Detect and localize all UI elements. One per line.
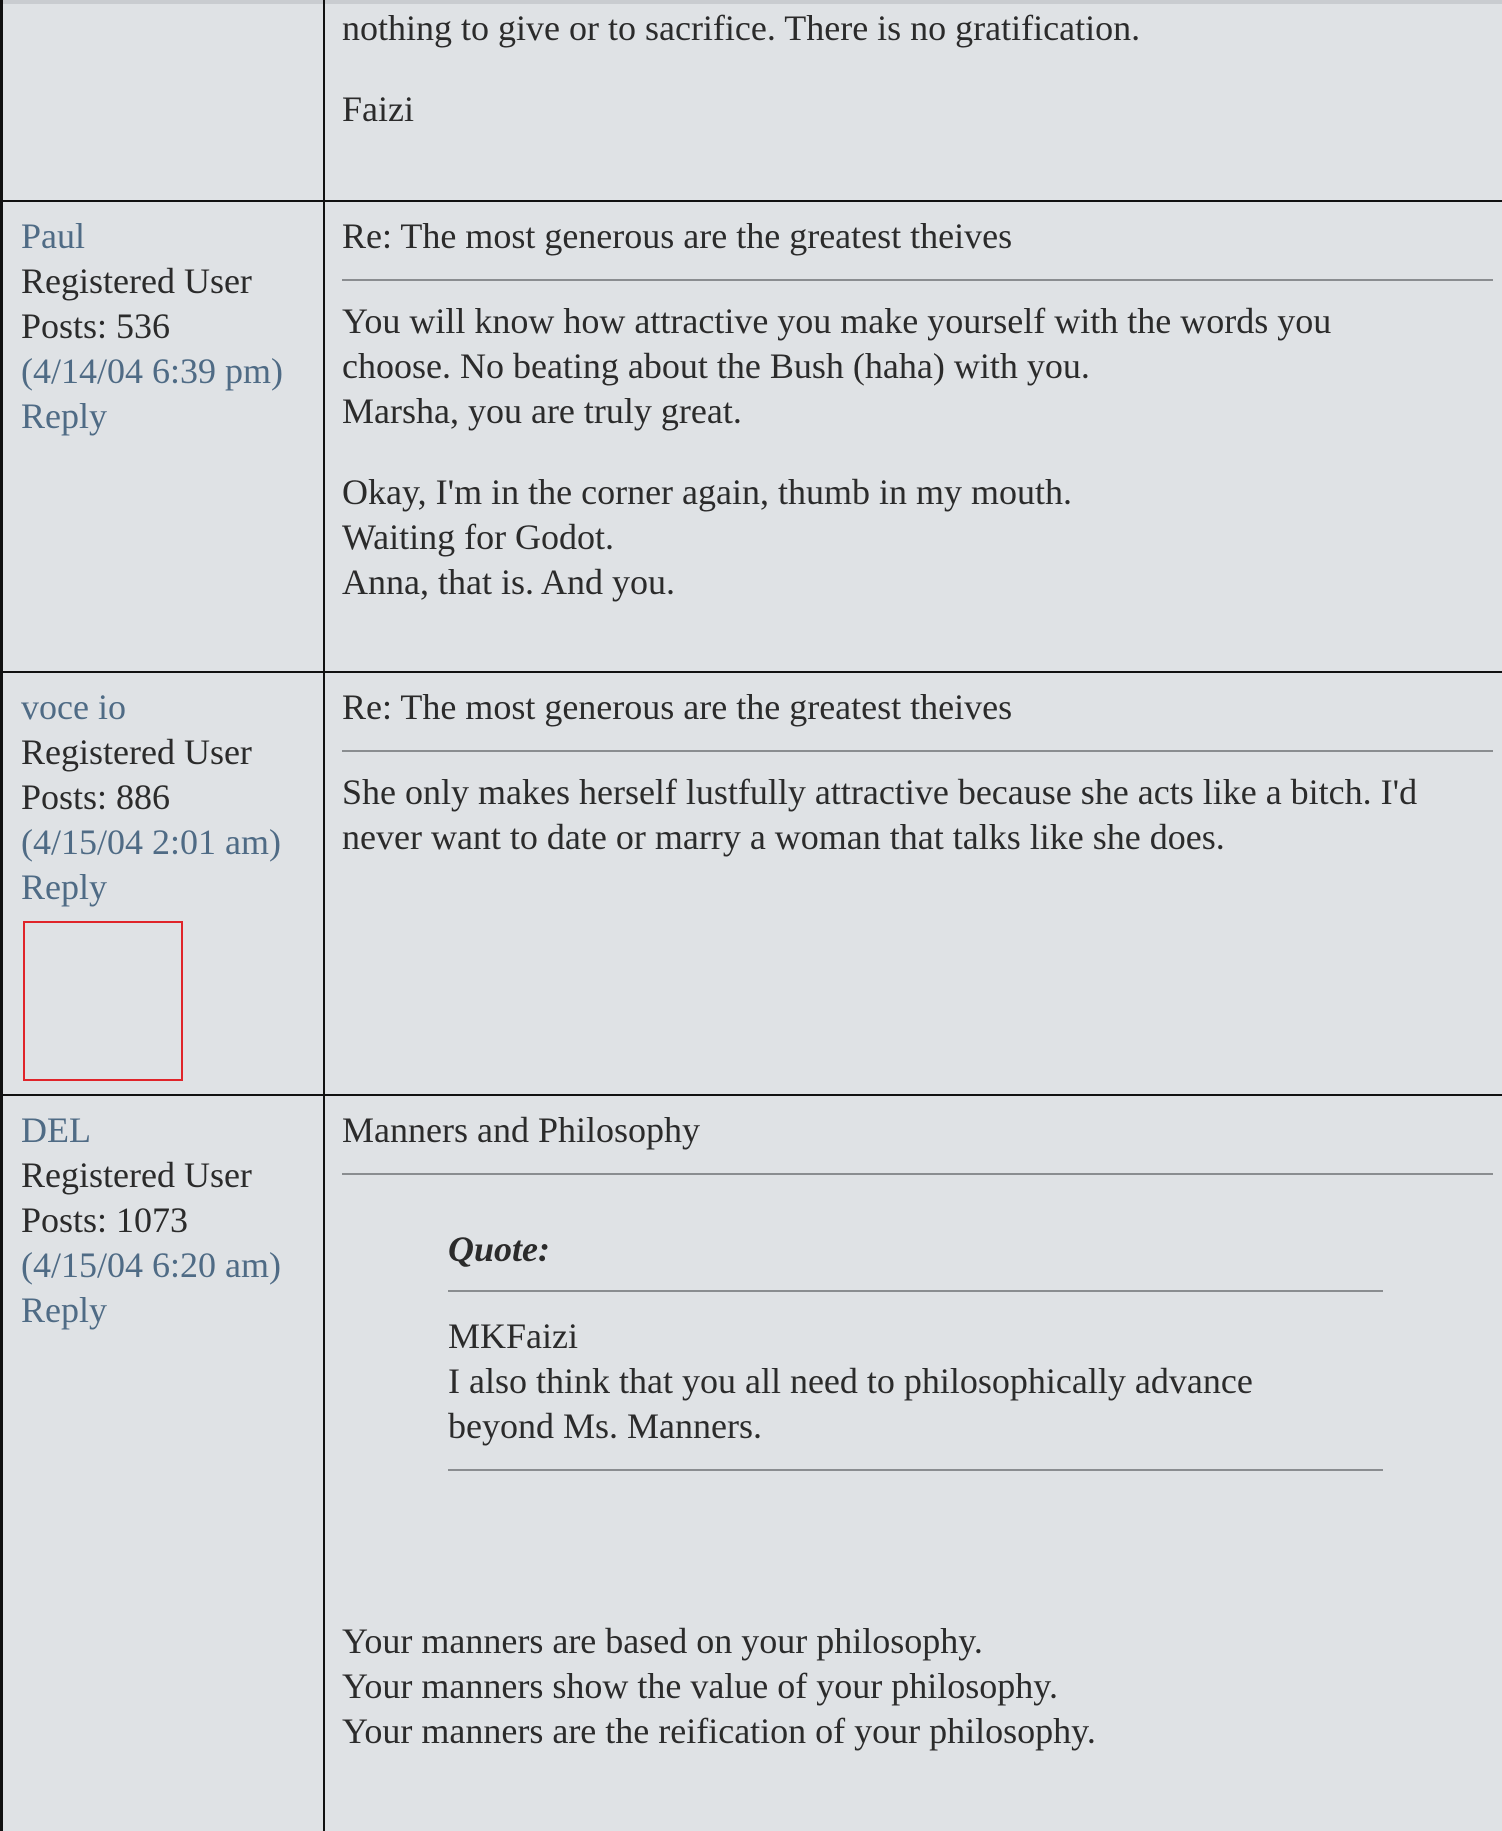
reply-link[interactable]: Reply [21,1288,323,1333]
reply-link[interactable]: Reply [21,394,323,439]
post-count: Posts: 1073 [21,1200,189,1240]
body-line: choose. No beating about the Bush (haha)… [342,346,1090,386]
body-line: Your manners are based on your philosoph… [342,1621,983,1661]
author-cell: Paul Registered User Posts: 536 (4/14/04… [3,202,325,671]
quote-block: Quote: MKFaizi I also think that you all… [448,1227,1383,1471]
username-link[interactable]: Paul [21,214,323,259]
post-subject: Manners and Philosophy [342,1108,1493,1175]
reply-link[interactable]: Reply [21,865,323,910]
message-cell: Re: The most generous are the greatest t… [327,202,1502,671]
user-role: Registered User [21,261,252,301]
message-body: You will know how attractive you make yo… [342,299,1493,605]
post-subject: Re: The most generous are the greatest t… [342,214,1493,281]
quote-line: beyond Ms. Manners. [448,1406,762,1446]
message-body: She only makes herself lustfully attract… [342,770,1493,860]
forum-thread: nothing to give or to sacrifice. There i… [0,0,1502,1831]
signature: Faizi [342,89,414,129]
user-role: Registered User [21,1155,252,1195]
quote-line: MKFaizi [448,1316,578,1356]
post-date-link[interactable]: (4/14/04 6:39 pm) [21,349,323,394]
quote-body: MKFaizi I also think that you all need t… [448,1314,1383,1471]
post-row: voce io Registered User Posts: 886 (4/15… [3,673,1502,1096]
body-line: never want to date or marry a woman that… [342,817,1225,857]
post-date-link[interactable]: (4/15/04 2:01 am) [21,820,323,865]
author-cell: DEL Registered User Posts: 1073 (4/15/04… [3,1096,325,1831]
quote-line: I also think that you all need to philos… [448,1361,1253,1401]
message-cell: nothing to give or to sacrifice. There i… [327,0,1502,200]
post-subject: Re: The most generous are the greatest t… [342,685,1493,752]
post-row: DEL Registered User Posts: 1073 (4/15/04… [3,1096,1502,1831]
post-row-previous: nothing to give or to sacrifice. There i… [3,0,1502,202]
body-line: Okay, I'm in the corner again, thumb in … [342,472,1073,512]
post-count: Posts: 536 [21,306,171,346]
message-cell: Re: The most generous are the greatest t… [327,673,1502,1094]
username-link[interactable]: voce io [21,685,323,730]
post-date-link[interactable]: (4/15/04 6:20 am) [21,1243,323,1288]
body-line: Your manners are the reification of your… [342,1711,1096,1751]
avatar-placeholder [23,921,183,1081]
message-cell: Manners and Philosophy Quote: MKFaizi I … [327,1096,1502,1831]
quote-label: Quote: [448,1227,1383,1292]
body-line: Waiting for Godot. [342,517,615,557]
user-role: Registered User [21,732,252,772]
author-cell [3,0,325,200]
post-count: Posts: 886 [21,777,171,817]
body-line: nothing to give or to sacrifice. There i… [342,8,1141,48]
body-line: You will know how attractive you make yo… [342,301,1332,341]
author-cell: voce io Registered User Posts: 886 (4/15… [3,673,325,1094]
body-line: Anna, that is. And you. [342,562,675,602]
message-body: nothing to give or to sacrifice. There i… [342,6,1493,132]
username-link[interactable]: DEL [21,1108,323,1153]
body-line: She only makes herself lustfully attract… [342,772,1418,812]
body-line: Marsha, you are truly great. [342,391,742,431]
body-line: Your manners show the value of your phil… [342,1666,1058,1706]
post-row: Paul Registered User Posts: 536 (4/14/04… [3,202,1502,673]
message-body: Your manners are based on your philosoph… [342,1619,1493,1754]
